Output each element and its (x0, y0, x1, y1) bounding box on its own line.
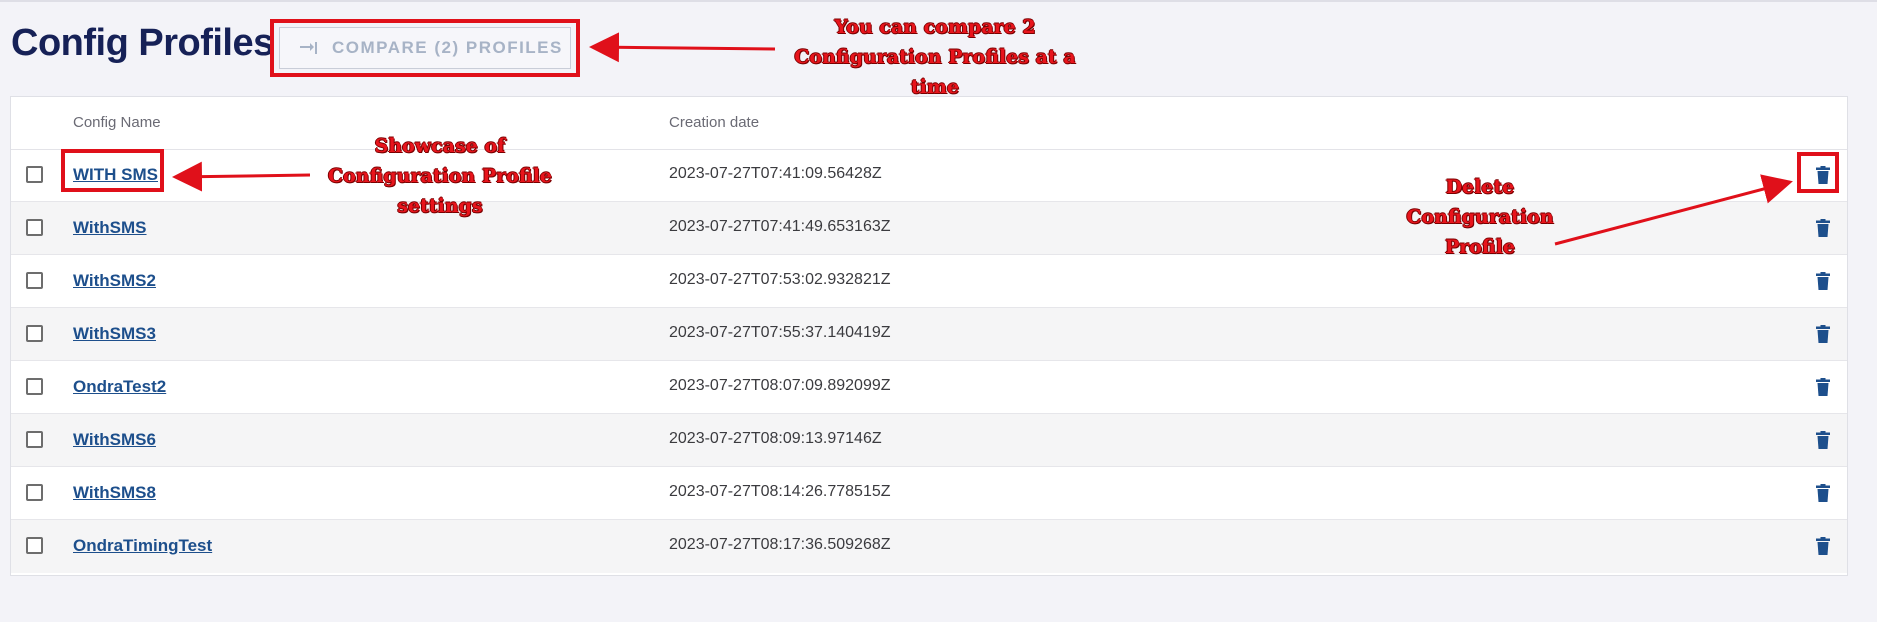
annotation-compare-line2: Configuration Profiles at a (794, 46, 1076, 68)
annotation-showcase-line1: Showcase of (374, 135, 506, 157)
annotation-showcase-line2: Configuration Profile (327, 165, 553, 187)
annotation-showcase: Showcase of Configuration Profile settin… (310, 131, 570, 221)
annotation-delete-line1: Delete (1445, 176, 1515, 198)
annotation-delete-line3: Profile (1444, 236, 1516, 258)
annotation-delete: Delete Configuration Profile (1380, 172, 1580, 262)
annotation-compare-line3: time (910, 76, 960, 98)
arrow-to-config-name (172, 161, 311, 192)
arrow-to-compare-button (589, 32, 776, 63)
arrow-to-delete-icon (1554, 174, 1793, 246)
annotation-compare: You can compare 2 Configuration Profiles… (760, 12, 1110, 102)
annotation-showcase-line3: settings (397, 195, 483, 217)
annotation-delete-line2: Configuration (1406, 206, 1554, 228)
annotation-compare-line1: You can compare 2 (834, 16, 1036, 38)
